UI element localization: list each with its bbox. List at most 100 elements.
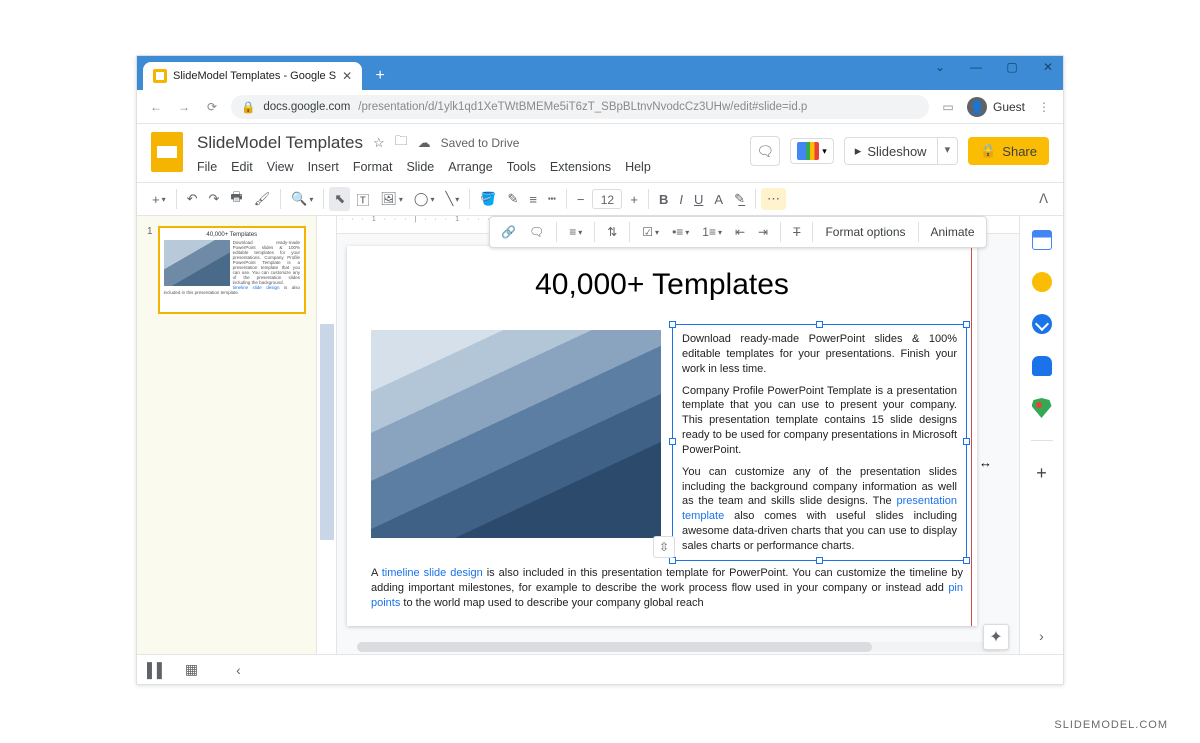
grid-view-button[interactable]: ▦ [185, 661, 198, 678]
resize-handle[interactable] [669, 438, 676, 445]
cloud-saved-icon[interactable]: ☁ [418, 135, 431, 151]
undo-button[interactable]: ↶ [182, 187, 203, 211]
slide-thumbnail-1[interactable]: 40,000+ Templates Download ready-made Po… [158, 226, 306, 314]
menu-format[interactable]: Format [353, 160, 393, 174]
star-icon[interactable]: ☆ [373, 135, 385, 151]
insert-link-button[interactable]: 🔗 [496, 221, 521, 243]
zoom-button[interactable]: 🔍▾ [286, 187, 318, 211]
slideshow-button[interactable]: ▸Slideshow [844, 137, 938, 165]
border-dash-button[interactable]: ┅ [543, 187, 561, 211]
window-minimize2-icon[interactable]: — [967, 60, 985, 74]
calendar-icon[interactable] [1032, 230, 1052, 250]
slide-image[interactable] [371, 330, 661, 538]
new-slide-button[interactable]: +▾ [147, 188, 171, 211]
scrollbar-thumb[interactable] [357, 642, 872, 652]
menu-edit[interactable]: Edit [231, 160, 253, 174]
slide-body-text[interactable]: A timeline slide design is also included… [371, 566, 963, 611]
toolbar-more-button[interactable]: ⋯ [761, 188, 786, 210]
selected-textbox[interactable]: ↔ Download ready-made PowerPoint slides … [672, 324, 967, 561]
save-status[interactable]: Saved to Drive [441, 136, 520, 150]
resize-handle[interactable] [816, 557, 823, 564]
line-spacing-button[interactable]: ⇅ [602, 221, 622, 243]
resize-handle[interactable] [816, 321, 823, 328]
menu-file[interactable]: File [197, 160, 217, 174]
numbered-list-button[interactable]: 1≡▾ [697, 221, 727, 243]
resize-handle[interactable] [963, 321, 970, 328]
redo-button[interactable]: ↷ [204, 187, 225, 211]
decrease-indent-button[interactable]: ⇤ [730, 221, 750, 243]
increase-indent-button[interactable]: ⇥ [753, 221, 773, 243]
nav-forward-icon[interactable]: → [175, 100, 193, 114]
filmstrip-view-button[interactable]: ▌▌ [147, 662, 167, 678]
browser-tab-active[interactable]: SlideModel Templates - Google S ✕ [143, 62, 362, 90]
italic-button[interactable]: I [674, 188, 688, 211]
font-size-decrease[interactable]: − [572, 188, 590, 211]
menu-view[interactable]: View [267, 160, 294, 174]
comment-history-button[interactable]: 🗨 [750, 136, 780, 166]
vertical-ruler[interactable] [317, 216, 337, 654]
underline-button[interactable]: U [689, 188, 708, 211]
nav-back-icon[interactable]: ← [147, 100, 165, 114]
menu-tools[interactable]: Tools [507, 160, 536, 174]
paint-format-button[interactable]: 🖌 [249, 187, 276, 211]
font-size-value[interactable]: 12 [592, 189, 622, 209]
clear-formatting-button[interactable]: T [788, 221, 805, 243]
bulleted-list-button[interactable]: •≡▾ [667, 221, 694, 243]
font-size-increase[interactable]: + [625, 188, 643, 211]
meet-button[interactable]: ▾ [790, 138, 834, 164]
slideshow-dropdown[interactable]: ▾ [938, 137, 959, 165]
addons-button[interactable]: + [1036, 463, 1047, 484]
format-options-button[interactable]: Format options [820, 223, 910, 241]
new-tab-button[interactable]: + [368, 64, 392, 88]
select-tool[interactable]: ⬉ [329, 187, 350, 211]
menu-slide[interactable]: Slide [406, 160, 434, 174]
explore-button[interactable]: ✦ [983, 624, 1009, 650]
reader-mode-icon[interactable]: ▭ [939, 100, 957, 114]
share-button[interactable]: 🔒Share [968, 137, 1049, 165]
address-bar[interactable]: 🔒 docs.google.com/presentation/d/1ylk1qd… [231, 95, 929, 119]
hide-panel-button[interactable]: › [1039, 628, 1044, 644]
doc-title[interactable]: SlideModel Templates [197, 133, 363, 153]
textbox-tool[interactable]: 🅃 [351, 186, 374, 213]
browser-menu-icon[interactable]: ⋮ [1035, 100, 1053, 114]
slide-title[interactable]: 40,000+ Templates [347, 246, 977, 302]
image-tool[interactable]: 🖼▾ [375, 187, 408, 211]
filmstrip[interactable]: 1 40,000+ Templates Download ready-made … [137, 216, 317, 654]
tasks-icon[interactable] [1032, 314, 1052, 334]
contacts-icon[interactable] [1032, 356, 1052, 376]
checklist-button[interactable]: ☑▾ [637, 221, 664, 243]
menu-insert[interactable]: Insert [308, 160, 339, 174]
slide-canvas[interactable]: 40,000+ Templates ↔ Download ready-made … [347, 246, 977, 626]
line-tool[interactable]: ╲▾ [440, 187, 464, 211]
nav-reload-icon[interactable]: ⟳ [203, 100, 221, 114]
menu-extensions[interactable]: Extensions [550, 160, 611, 174]
resize-handle[interactable] [963, 557, 970, 564]
menu-help[interactable]: Help [625, 160, 651, 174]
horizontal-scrollbar[interactable] [357, 642, 1001, 652]
collapse-filmstrip-button[interactable]: ‹ [236, 662, 241, 678]
add-comment-button[interactable]: 🗨 [524, 221, 549, 243]
google-slides-logo-icon[interactable] [151, 132, 183, 172]
profile-chip[interactable]: 👤 Guest [967, 97, 1025, 117]
window-minimize-icon[interactable]: ⌄ [931, 60, 949, 74]
text-color-button[interactable]: A [709, 188, 728, 211]
print-button[interactable]: 🖶 [225, 184, 247, 214]
resize-handle[interactable] [963, 438, 970, 445]
autofit-button[interactable]: ⇳ [653, 536, 675, 558]
link-timeline[interactable]: timeline slide design [382, 567, 483, 579]
window-close-icon[interactable]: ✕ [1039, 60, 1057, 74]
collapse-toolbar-button[interactable]: ᐱ [1034, 187, 1053, 211]
fill-color-button[interactable]: 🪣 [475, 187, 501, 211]
shape-tool[interactable]: ◯▾ [409, 187, 440, 211]
bold-button[interactable]: B [654, 188, 673, 211]
menu-arrange[interactable]: Arrange [448, 160, 492, 174]
animate-button[interactable]: Animate [926, 223, 980, 241]
tab-close-icon[interactable]: ✕ [342, 69, 352, 83]
move-icon[interactable]: 🗀 [395, 132, 408, 154]
resize-handle[interactable] [669, 321, 676, 328]
window-maximize-icon[interactable]: ▢ [1003, 60, 1021, 74]
border-color-button[interactable]: ✎ [502, 187, 523, 211]
maps-icon[interactable] [1032, 398, 1052, 418]
keep-icon[interactable] [1032, 272, 1052, 292]
border-weight-button[interactable]: ≡ [524, 188, 542, 211]
